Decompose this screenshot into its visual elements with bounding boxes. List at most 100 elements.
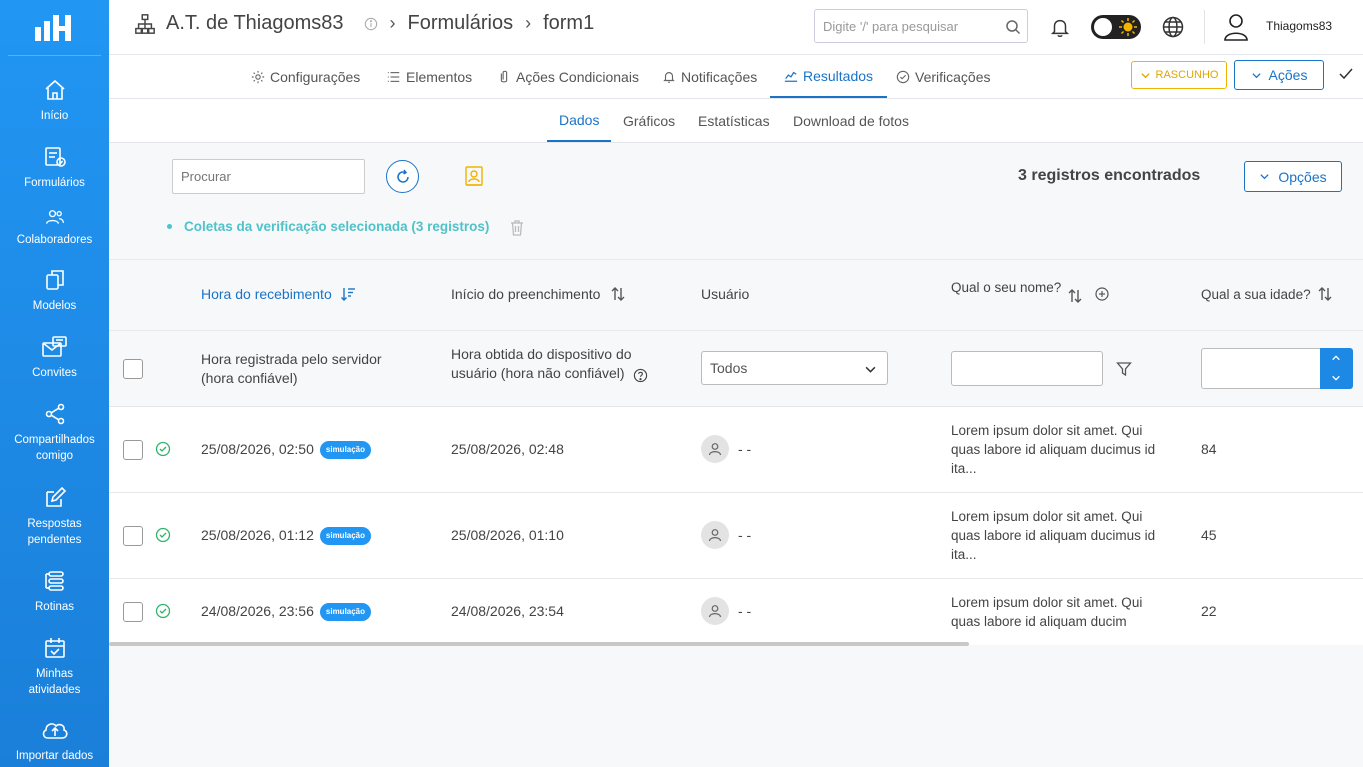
- column-header-started[interactable]: Início do preenchimento: [451, 286, 626, 302]
- chevron-down-icon: [1140, 72, 1150, 78]
- filter-chip: Coletas da verificação selecionada (3 re…: [167, 219, 489, 234]
- globe-icon[interactable]: [1161, 15, 1185, 39]
- received-cell: 24/08/2026, 23:56 simulação: [201, 603, 372, 622]
- app-logo[interactable]: [8, 0, 101, 56]
- user-avatar-icon[interactable]: [1222, 12, 1250, 42]
- sidebar-item-modelos[interactable]: Modelos: [0, 268, 109, 314]
- contact-card-icon[interactable]: [464, 165, 484, 187]
- table-row[interactable]: 24/08/2026, 23:56 simulação 24/08/2026, 2…: [109, 579, 1363, 645]
- received-time: 25/08/2026, 01:12: [201, 527, 314, 543]
- trash-icon[interactable]: [510, 220, 524, 236]
- answer-line: Lorem ipsum dolor sit amet. Qui: [951, 595, 1143, 610]
- user-cell: - -: [738, 441, 752, 457]
- user-filter-select[interactable]: Todos: [701, 351, 888, 385]
- select-all-checkbox[interactable]: [123, 359, 143, 379]
- column-label: Qual a sua idade?: [1201, 286, 1311, 302]
- sidebar-item-compartilhados[interactable]: Compartilhados comigo: [0, 402, 109, 464]
- breadcrumb-form: form1: [543, 12, 595, 34]
- table-row[interactable]: 25/08/2026, 02:50 simulação 25/08/2026, 0…: [109, 407, 1363, 493]
- chevron-down-icon: [865, 366, 876, 373]
- tab-label: Elementos: [406, 68, 473, 85]
- draft-status-badge[interactable]: RASCUNHO: [1131, 61, 1227, 89]
- subtab-download-fotos[interactable]: Download de fotos: [781, 99, 921, 142]
- home-icon: [44, 79, 65, 100]
- theme-toggle[interactable]: [1091, 15, 1141, 39]
- filter-icon[interactable]: [1116, 361, 1132, 377]
- tab-acoes-condicionais[interactable]: Ações Condicionais: [497, 55, 639, 98]
- age-filter-input[interactable]: [1201, 348, 1323, 389]
- sidebar-item-inicio[interactable]: Início: [0, 78, 109, 124]
- username[interactable]: Thiagoms83: [1266, 19, 1332, 33]
- started-cell: 24/08/2026, 23:54: [451, 603, 564, 619]
- bell-icon[interactable]: [1049, 16, 1071, 38]
- cloud-upload-icon: [42, 723, 68, 739]
- sidebar-item-rotinas[interactable]: Rotinas: [0, 569, 109, 615]
- tab-elementos[interactable]: Elementos: [387, 55, 472, 98]
- sidebar-item-importar-dados[interactable]: Importar dados: [0, 718, 109, 764]
- row-checkbox[interactable]: [123, 602, 143, 622]
- row-checkbox[interactable]: [123, 526, 143, 546]
- search-icon[interactable]: [1005, 19, 1021, 35]
- user-icon: [708, 529, 722, 542]
- tab-resultados[interactable]: Resultados: [770, 55, 888, 98]
- row-checkbox[interactable]: [123, 440, 143, 460]
- check-circle-icon: [155, 603, 171, 619]
- chevron-right-icon: ›: [525, 13, 532, 33]
- results-subtabs: Dados Gráficos Estatísticas Download de …: [109, 99, 1363, 143]
- tab-notificacoes[interactable]: Notificações: [662, 55, 757, 98]
- chevron-up-icon[interactable]: [1331, 353, 1341, 363]
- info-icon[interactable]: [364, 17, 378, 31]
- check-icon[interactable]: [1338, 66, 1354, 82]
- column-label: Usuário: [701, 286, 750, 302]
- global-search-input[interactable]: [815, 10, 995, 42]
- actions-button[interactable]: Ações: [1234, 60, 1324, 90]
- simulation-badge: simulação: [319, 603, 372, 622]
- description-text: usuário (hora não confiável): [451, 365, 625, 381]
- received-cell: 25/08/2026, 01:12 simulação: [201, 527, 372, 546]
- copy-icon: [45, 270, 64, 290]
- sidebar-label: Respostas pendentes: [27, 518, 82, 546]
- horizontal-scrollbar[interactable]: [109, 642, 969, 646]
- divider: [1204, 10, 1205, 44]
- breadcrumb-org[interactable]: A.T. de Thiagoms83: [166, 12, 344, 35]
- sidebar-item-respostas-pendentes[interactable]: Respostas pendentes: [0, 486, 109, 548]
- name-answer-cell: Lorem ipsum dolor sit amet. Qui quas lab…: [951, 421, 1155, 478]
- age-answer-cell: 45: [1201, 527, 1217, 543]
- name-filter-input[interactable]: [951, 351, 1103, 386]
- sidebar-item-minhas-atividades[interactable]: Minhas atividades: [0, 636, 109, 698]
- subtab-dados[interactable]: Dados: [547, 99, 612, 142]
- records-search-input[interactable]: [172, 159, 365, 194]
- column-label: Hora do recebimento: [201, 286, 332, 302]
- column-header-received[interactable]: Hora do recebimento: [201, 286, 356, 302]
- subtab-estatisticas[interactable]: Estatísticas: [686, 99, 782, 142]
- age-answer-cell: 22: [1201, 603, 1217, 619]
- column-header-name-question[interactable]: Qual o seu nome?: [951, 280, 1109, 304]
- add-circle-icon[interactable]: [1095, 287, 1109, 301]
- sort-icon: [611, 287, 625, 301]
- sidebar-item-convites[interactable]: Convites: [0, 335, 109, 381]
- table-filter-row: Hora registrada pelo servidor (hora conf…: [109, 330, 1363, 407]
- age-answer-cell: 84: [1201, 441, 1217, 457]
- options-button[interactable]: Opções: [1244, 161, 1342, 192]
- chevron-down-icon[interactable]: [1331, 373, 1341, 383]
- answer-line: Lorem ipsum dolor sit amet. Qui: [951, 423, 1143, 438]
- sidebar-item-formularios[interactable]: Formulários: [0, 145, 109, 191]
- help-icon[interactable]: [633, 368, 648, 383]
- sidebar-label: Minhas atividades: [28, 668, 81, 696]
- subtab-label: Dados: [559, 111, 600, 128]
- tab-verificacoes[interactable]: Verificações: [896, 55, 990, 98]
- column-header-age-question[interactable]: Qual a sua idade?: [1201, 286, 1333, 302]
- table-row[interactable]: 25/08/2026, 01:12 simulação 25/08/2026, 0…: [109, 493, 1363, 579]
- breadcrumb-section[interactable]: Formulários: [408, 12, 514, 35]
- edit-icon: [45, 486, 66, 507]
- received-description: Hora registrada pelo servidor (hora conf…: [201, 350, 382, 388]
- sun-icon: [1119, 18, 1137, 36]
- refresh-button[interactable]: [386, 160, 419, 193]
- tab-configuracoes[interactable]: Configurações: [251, 55, 360, 98]
- user-icon: [708, 443, 722, 456]
- subtab-graficos[interactable]: Gráficos: [611, 99, 687, 142]
- options-label: Opções: [1278, 168, 1327, 185]
- tab-label: Configurações: [270, 68, 361, 85]
- user-icon: [708, 605, 722, 618]
- sidebar-item-colaboradores[interactable]: Colaboradores: [0, 208, 109, 248]
